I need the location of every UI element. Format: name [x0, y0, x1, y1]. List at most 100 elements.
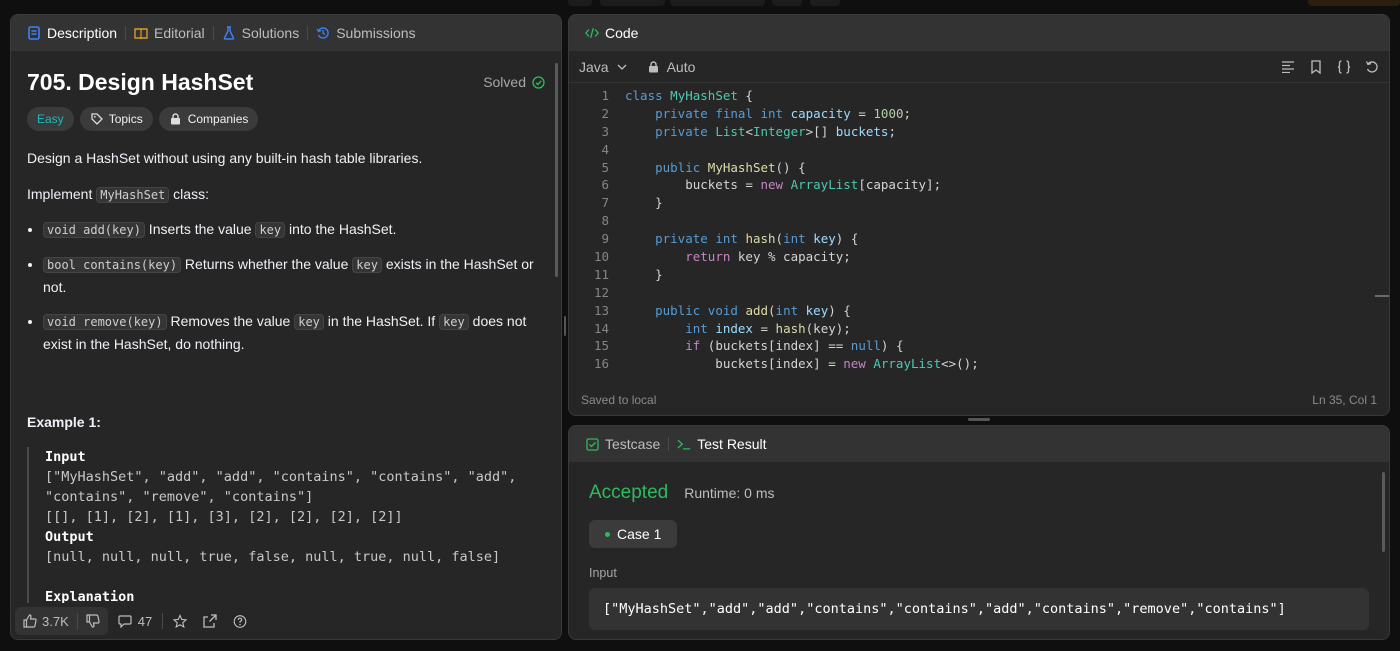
tab-code[interactable]: Code — [579, 25, 644, 41]
case-label: Case 1 — [617, 526, 662, 542]
companies-button[interactable]: Companies — [158, 107, 259, 131]
line-number: 10 — [593, 249, 609, 265]
code-line: 12 — [569, 284, 1389, 302]
example-block: Input ["MyHashSet", "add", "add", "conta… — [27, 447, 545, 603]
dislike-button[interactable] — [78, 607, 108, 635]
topics-button[interactable]: Topics — [79, 107, 153, 131]
inline-code: MyHashSet — [96, 187, 170, 203]
tab-solutions[interactable]: Solutions — [216, 25, 306, 41]
vote-group: 3.7K — [15, 607, 108, 635]
text: into the HashSet. — [285, 221, 397, 237]
description-tabbar: Description Editorial Solutions Submissi… — [11, 15, 561, 51]
scrollbar[interactable] — [555, 63, 558, 277]
top-control[interactable] — [568, 0, 592, 6]
code-tabbar: Code — [569, 15, 1389, 51]
tab-label: Solutions — [241, 25, 300, 41]
star-icon[interactable] — [173, 613, 188, 628]
code-line: 10 return key % capacity; — [569, 248, 1389, 266]
vertical-resize-handle[interactable] — [564, 316, 566, 336]
list-item: void add(key) Inserts the value key into… — [43, 218, 545, 241]
top-control[interactable] — [772, 0, 802, 6]
format-lines-icon[interactable] — [1281, 60, 1295, 74]
comments-button[interactable]: 47 — [118, 614, 152, 629]
lock-icon — [169, 112, 183, 126]
code-line: 1 class MyHashSet { — [569, 87, 1389, 105]
top-control[interactable] — [810, 0, 840, 6]
code-line: 15 if (buckets[index] == null) { — [569, 337, 1389, 355]
tab-description[interactable]: Description — [21, 25, 123, 41]
inline-code: key — [439, 314, 469, 330]
description-icon — [27, 26, 41, 40]
text: class: — [169, 186, 209, 202]
inline-code: void remove(key) — [43, 314, 167, 330]
tab-submissions[interactable]: Submissions — [310, 25, 421, 41]
verdict: Accepted — [589, 482, 669, 503]
help-icon[interactable] — [233, 614, 247, 628]
problem-description: 705. Design HashSet Solved Easy Topics C… — [11, 51, 561, 603]
companies-label: Companies — [187, 112, 249, 126]
list-item: void remove(key) Removes the value key i… — [43, 310, 545, 355]
tab-editorial[interactable]: Editorial — [128, 25, 211, 41]
example-heading: Example 1: — [27, 414, 101, 430]
example-output-label: Output — [45, 529, 94, 545]
result-tabbar: Testcase Test Result — [569, 426, 1389, 462]
topics-label: Topics — [108, 112, 143, 126]
chevron-down-icon — [615, 60, 629, 74]
line-number: 13 — [593, 302, 609, 318]
book-icon — [134, 26, 148, 40]
top-control[interactable] — [600, 0, 665, 6]
inline-code: void add(key) — [43, 222, 145, 238]
line-number: 7 — [601, 195, 609, 211]
input-value[interactable]: ["MyHashSet","add","add","contains","con… — [589, 588, 1369, 630]
result-panel: Testcase Test Result Accepted Runtime: 0… — [568, 425, 1390, 640]
like-count: 3.7K — [42, 613, 69, 629]
code-icon — [585, 26, 599, 40]
description-footer: 3.7K 47 — [11, 603, 561, 639]
inline-code: key — [352, 257, 382, 273]
solved-status: Solved — [483, 71, 545, 93]
tab-testcase[interactable]: Testcase — [579, 436, 666, 452]
tab-test-result[interactable]: Test Result — [671, 436, 772, 452]
line-number: 14 — [593, 320, 609, 336]
divider — [162, 613, 164, 629]
tab-divider — [307, 26, 309, 40]
top-control[interactable] — [670, 0, 765, 6]
top-strip — [568, 0, 1400, 8]
line-number: 5 — [601, 159, 609, 175]
case-1-button[interactable]: Case 1 — [589, 520, 678, 548]
language-select[interactable]: Java — [579, 59, 629, 75]
bookmark-icon[interactable] — [1309, 59, 1323, 74]
example-explanation-label: Explanation — [45, 589, 135, 603]
code-line: 2 private final int capacity = 1000; — [569, 105, 1389, 123]
line-number: 6 — [601, 177, 609, 193]
premium-button[interactable] — [1308, 0, 1400, 6]
line-number: 11 — [593, 266, 609, 282]
tab-label: Submissions — [336, 25, 416, 41]
like-button[interactable]: 3.7K — [15, 607, 77, 635]
problem-title[interactable]: 705. Design HashSet — [27, 71, 253, 94]
code-line: 6 buckets = new ArrayList[capacity]; — [569, 176, 1389, 194]
runtime: Runtime: 0 ms — [684, 485, 775, 501]
tab-label: Editorial — [154, 25, 205, 41]
braces-icon[interactable] — [1337, 59, 1351, 74]
code-editor[interactable]: 1 class MyHashSet { 2 private final int c… — [569, 87, 1389, 387]
example-input-label: Input — [45, 449, 86, 465]
inline-code: key — [294, 314, 324, 330]
inline-code: bool contains(key) — [43, 257, 182, 273]
comment-count: 47 — [137, 613, 153, 629]
code-line: 7 } — [569, 194, 1389, 212]
editor-scrollbar-marker[interactable] — [1375, 295, 1389, 297]
code-line: 9 private int hash(int key) { — [569, 230, 1389, 248]
problem-tags: Easy Topics Companies — [27, 107, 545, 131]
line-number: 8 — [601, 213, 609, 229]
tab-divider — [212, 26, 214, 40]
scrollbar[interactable] — [1382, 472, 1385, 552]
code-line: 14 int index = hash(key); — [569, 320, 1389, 338]
code-line: 5 public MyHashSet() { — [569, 159, 1389, 177]
flask-icon — [222, 26, 236, 40]
horizontal-resize-handle[interactable] — [968, 418, 990, 421]
share-icon[interactable] — [203, 614, 217, 628]
reset-icon[interactable] — [1365, 60, 1379, 74]
auto-mode[interactable]: Auto — [647, 59, 695, 75]
tab-label: Testcase — [605, 436, 661, 452]
